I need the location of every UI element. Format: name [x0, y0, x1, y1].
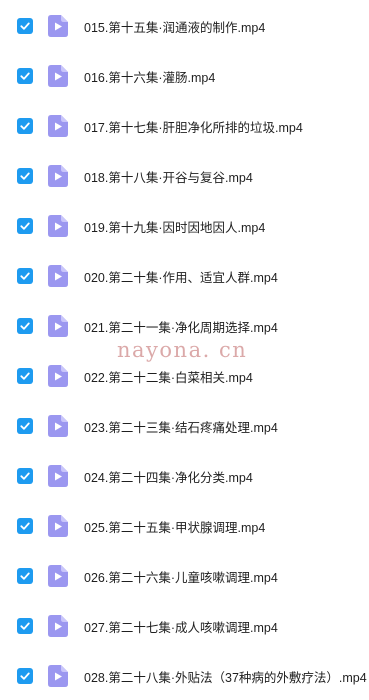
file-name: 015.第十五集·润通液的制作.mp4 [84, 20, 266, 35]
check-icon [20, 172, 30, 180]
file-name: 016.第十六集·灌肠.mp4 [84, 70, 216, 85]
file-row[interactable]: 019.第十九集·因时因地因人.mp4 [0, 208, 369, 244]
check-icon [20, 222, 30, 230]
video-file-icon [48, 665, 68, 687]
check-icon [20, 572, 30, 580]
video-file-icon [48, 415, 68, 437]
video-file-icon [48, 265, 68, 287]
check-icon [20, 472, 30, 480]
watermark-text: nayona. cn [117, 338, 248, 362]
file-checkbox[interactable] [17, 368, 33, 384]
check-icon [20, 72, 30, 80]
check-icon [20, 272, 30, 280]
check-icon [20, 422, 30, 430]
file-checkbox[interactable] [17, 518, 33, 534]
file-name: 020.第二十集·作用、适宜人群.mp4 [84, 270, 278, 285]
file-name: 027.第二十七集·成人咳嗽调理.mp4 [84, 620, 278, 635]
file-name: 026.第二十六集·儿童咳嗽调理.mp4 [84, 570, 278, 585]
file-name: 022.第二十二集·白菜相关.mp4 [84, 370, 253, 385]
video-file-icon [48, 15, 68, 37]
file-name: 017.第十七集·肝胆净化所排的垃圾.mp4 [84, 120, 303, 135]
video-file-icon [48, 515, 68, 537]
file-row[interactable]: 026.第二十六集·儿童咳嗽调理.mp4 [0, 558, 369, 594]
file-name: 025.第二十五集·甲状腺调理.mp4 [84, 520, 266, 535]
file-checkbox[interactable] [17, 118, 33, 134]
check-icon [20, 122, 30, 130]
file-checkbox[interactable] [17, 468, 33, 484]
file-checkbox[interactable] [17, 318, 33, 334]
file-checkbox[interactable] [17, 18, 33, 34]
file-row[interactable]: 018.第十八集·开谷与复谷.mp4 [0, 158, 369, 194]
check-icon [20, 22, 30, 30]
file-row[interactable]: 022.第二十二集·白菜相关.mp4 [0, 358, 369, 394]
file-name: 019.第十九集·因时因地因人.mp4 [84, 220, 266, 235]
file-checkbox[interactable] [17, 418, 33, 434]
check-icon [20, 672, 30, 680]
video-file-icon [48, 115, 68, 137]
video-file-icon [48, 365, 68, 387]
file-row[interactable]: 024.第二十四集·净化分类.mp4 [0, 458, 369, 494]
file-row[interactable]: 027.第二十七集·成人咳嗽调理.mp4 [0, 608, 369, 644]
file-checkbox[interactable] [17, 568, 33, 584]
file-row[interactable]: 016.第十六集·灌肠.mp4 [0, 58, 369, 94]
video-file-icon [48, 165, 68, 187]
video-file-icon [48, 615, 68, 637]
file-name: 021.第二十一集·净化周期选择.mp4 [84, 320, 278, 335]
file-name: 028.第二十八集·外贴法（37种病的外敷疗法）.mp4 [84, 670, 367, 685]
video-file-icon [48, 465, 68, 487]
check-icon [20, 622, 30, 630]
check-icon [20, 372, 30, 380]
check-icon [20, 522, 30, 530]
video-file-icon [48, 315, 68, 337]
file-row[interactable]: 015.第十五集·润通液的制作.mp4 [0, 8, 369, 44]
file-checkbox[interactable] [17, 668, 33, 684]
file-row[interactable]: 028.第二十八集·外贴法（37种病的外敷疗法）.mp4 [0, 658, 369, 694]
file-row[interactable]: 020.第二十集·作用、适宜人群.mp4 [0, 258, 369, 294]
file-name: 018.第十八集·开谷与复谷.mp4 [84, 170, 253, 185]
file-checkbox[interactable] [17, 268, 33, 284]
video-file-icon [48, 215, 68, 237]
file-checkbox[interactable] [17, 618, 33, 634]
file-checkbox[interactable] [17, 218, 33, 234]
file-name: 023.第二十三集·结石疼痛处理.mp4 [84, 420, 278, 435]
file-row[interactable]: 023.第二十三集·结石疼痛处理.mp4 [0, 408, 369, 444]
file-checkbox[interactable] [17, 68, 33, 84]
file-row[interactable]: 025.第二十五集·甲状腺调理.mp4 [0, 508, 369, 544]
file-name: 024.第二十四集·净化分类.mp4 [84, 470, 253, 485]
check-icon [20, 322, 30, 330]
file-row[interactable]: 017.第十七集·肝胆净化所排的垃圾.mp4 [0, 108, 369, 144]
video-file-icon [48, 65, 68, 87]
file-checkbox[interactable] [17, 168, 33, 184]
video-file-icon [48, 565, 68, 587]
